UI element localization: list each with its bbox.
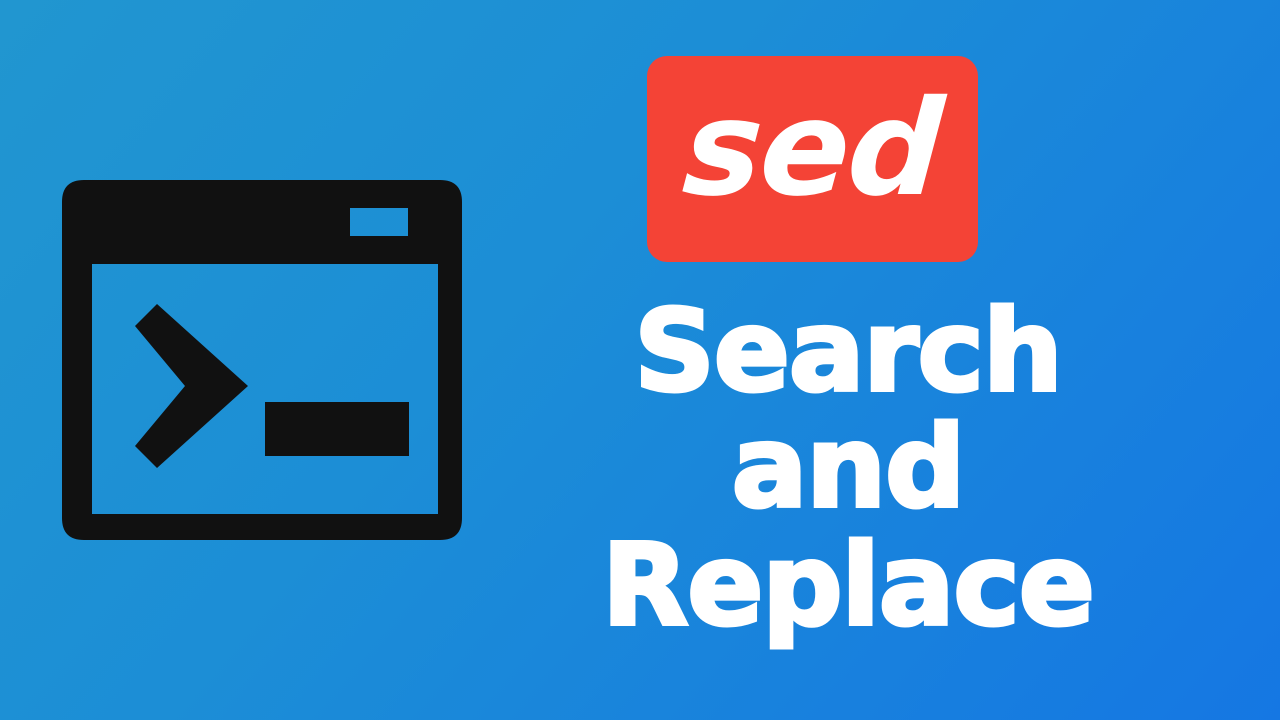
window-frame	[62, 180, 462, 540]
headline-line-1: Search	[632, 287, 1065, 417]
prompt-chevron	[135, 304, 248, 468]
sed-badge: sed	[647, 56, 978, 262]
sed-badge-label: sed	[678, 72, 947, 226]
cursor-bar	[265, 402, 409, 456]
headline-line-3: Replace	[600, 521, 1097, 651]
thumbnail-canvas: sed Search and Replace	[0, 0, 1280, 720]
terminal-window-icon	[62, 180, 462, 540]
headline-line-2: and	[730, 403, 967, 533]
